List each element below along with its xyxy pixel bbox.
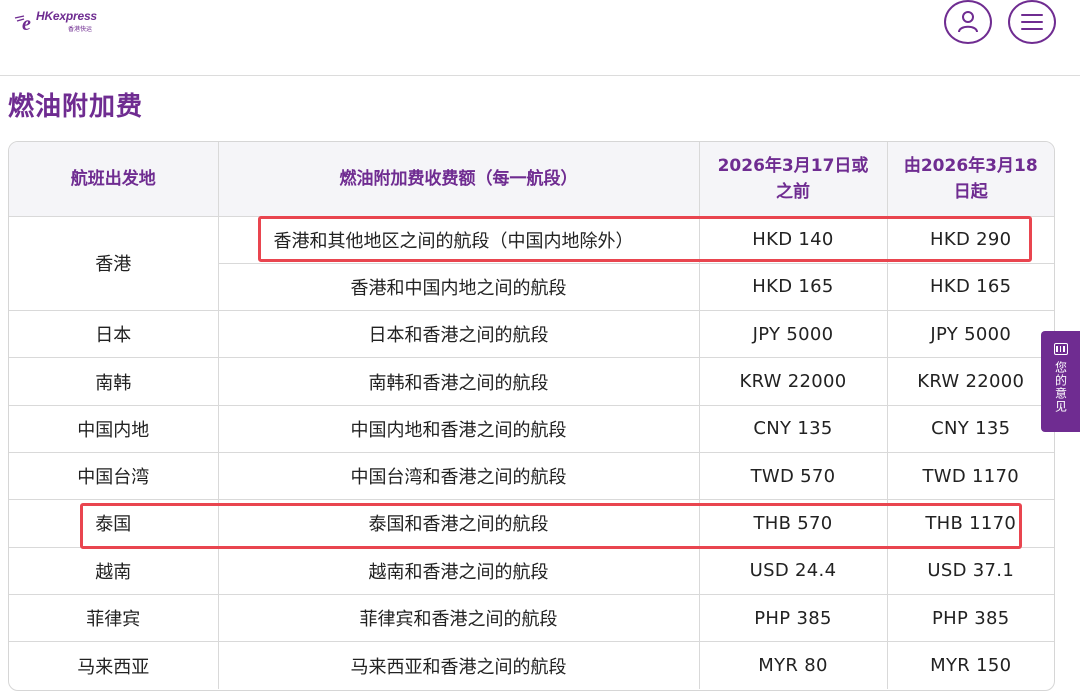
table-row: 泰国 泰国和香港之间的航段 THB 570 THB 1170 [9, 499, 1054, 548]
table-row: 南韩 南韩和香港之间的航段 KRW 22000 KRW 22000 [9, 357, 1054, 406]
user-account-button[interactable] [944, 0, 992, 44]
segment-cell: 南韩和香港之间的航段 [218, 357, 700, 406]
origin-cell: 越南 [9, 547, 219, 595]
before-cell: HKD 140 [699, 216, 888, 264]
fuel-surcharge-table: 航班出发地 燃油附加费收费额（每一航段） 2026年3月17日或之前 由2026… [8, 141, 1055, 691]
feedback-label: 您的意见 [1053, 361, 1068, 413]
table-row: 马来西亚 马来西亚和香港之间的航段 MYR 80 MYR 150 [9, 641, 1054, 689]
before-cell: CNY 135 [699, 405, 888, 453]
before-cell: TWD 570 [699, 452, 888, 501]
before-cell: PHP 385 [699, 594, 888, 643]
segment-cell: 越南和香港之间的航段 [218, 547, 700, 595]
before-cell: JPY 5000 [699, 310, 888, 359]
before-cell: MYR 80 [699, 641, 888, 689]
after-cell: TWD 1170 [887, 452, 1054, 501]
after-cell: CNY 135 [887, 405, 1054, 453]
segment-cell: 泰国和香港之间的航段 [218, 499, 700, 548]
after-cell: HKD 165 [887, 263, 1054, 312]
logo-text: HKexpress [36, 9, 97, 23]
origin-cell: 泰国 [9, 499, 219, 548]
segment-cell: 中国内地和香港之间的航段 [218, 405, 700, 453]
menu-button[interactable] [1008, 0, 1056, 44]
table-row: 香港 香港和其他地区之间的航段（中国内地除外） HKD 140 HKD 290 [9, 216, 1054, 312]
feedback-tab[interactable]: 您的意见 [1041, 331, 1080, 432]
column-header-origin: 航班出发地 [9, 142, 219, 217]
after-cell: THB 1170 [887, 499, 1054, 548]
segment-cell: 中国台湾和香港之间的航段 [218, 452, 700, 501]
before-cell: KRW 22000 [699, 357, 888, 406]
segment-cell: 香港和中国内地之间的航段 [218, 263, 700, 312]
after-cell: HKD 290 [887, 216, 1054, 264]
logo-subtext: 香港快运 [68, 26, 93, 33]
feedback-icon [1053, 343, 1068, 355]
user-icon [958, 11, 978, 33]
after-cell: PHP 385 [887, 594, 1054, 643]
origin-cell: 中国内地 [9, 405, 219, 453]
after-cell: KRW 22000 [887, 357, 1054, 406]
after-cell: USD 37.1 [887, 547, 1054, 595]
column-header-after-date: 由2026年3月18日起 [887, 142, 1054, 217]
origin-cell: 日本 [9, 310, 219, 359]
segment-cell: 马来西亚和香港之间的航段 [218, 641, 700, 689]
table-header-row: 航班出发地 燃油附加费收费额（每一航段） 2026年3月17日或之前 由2026… [9, 142, 1054, 217]
before-cell: HKD 165 [699, 263, 888, 312]
after-cell: MYR 150 [930, 655, 1012, 677]
after-cell: JPY 5000 [887, 310, 1054, 359]
logo-icon: e [14, 13, 31, 32]
segment-cell: 香港和其他地区之间的航段（中国内地除外） [218, 216, 700, 264]
before-cell: THB 570 [699, 499, 888, 548]
table-row: 中国内地 中国内地和香港之间的航段 CNY 135 CNY 135 [9, 405, 1054, 453]
column-header-before-date: 2026年3月17日或之前 [699, 142, 888, 217]
column-header-segment: 燃油附加费收费额（每一航段） [218, 142, 700, 217]
origin-cell: 香港 [9, 216, 219, 312]
origin-cell: 马来西亚 [9, 641, 219, 689]
hkexpress-logo[interactable]: e HKexpress 香港快运 [12, 8, 97, 33]
svg-text:e: e [22, 13, 31, 32]
site-header: e HKexpress 香港快运 [0, 0, 1080, 76]
segment-cell: 菲律宾和香港之间的航段 [218, 594, 700, 643]
table-row: 中国台湾 中国台湾和香港之间的航段 TWD 570 TWD 1170 [9, 452, 1054, 501]
segment-cell: 日本和香港之间的航段 [218, 310, 700, 359]
origin-cell: 中国台湾 [9, 452, 219, 501]
table-row: 越南 越南和香港之间的航段 USD 24.4 USD 37.1 [9, 547, 1054, 595]
origin-cell: 南韩 [9, 357, 219, 406]
before-cell: USD 24.4 [699, 547, 888, 595]
table-row: 日本 日本和香港之间的航段 JPY 5000 JPY 5000 [9, 310, 1054, 359]
origin-cell: 菲律宾 [9, 594, 219, 643]
table-row: 菲律宾 菲律宾和香港之间的航段 PHP 385 PHP 385 [9, 594, 1054, 643]
page-title: 燃油附加费 [8, 92, 144, 122]
menu-icon [1021, 14, 1043, 30]
